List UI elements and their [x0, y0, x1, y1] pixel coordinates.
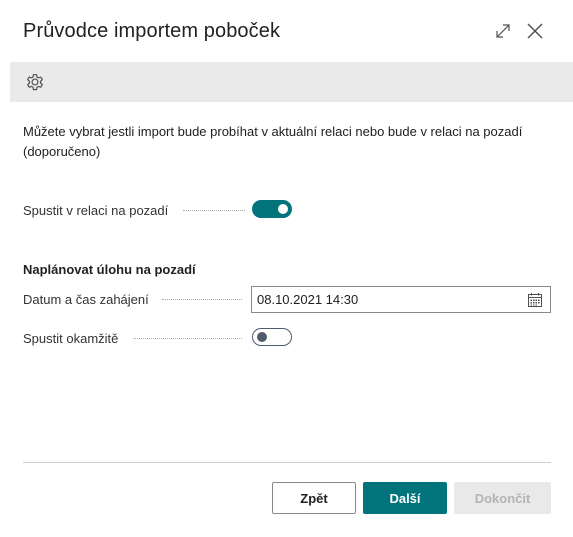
leader-dots: [183, 210, 245, 211]
schedule-section-title: Naplánovat úlohu na pozadí: [23, 262, 196, 277]
next-button[interactable]: Další: [363, 482, 447, 514]
dialog-title: Průvodce importem poboček: [23, 20, 281, 42]
gear-icon[interactable]: [24, 71, 46, 93]
leader-dots: [162, 299, 242, 300]
close-icon[interactable]: [524, 20, 546, 42]
back-button[interactable]: Zpět: [272, 482, 356, 514]
toolbar: [10, 62, 573, 102]
background-run-label: Spustit v relaci na pozadí: [23, 203, 169, 218]
leader-dots: [133, 338, 242, 339]
run-now-toggle[interactable]: [252, 328, 292, 346]
start-datetime-value: 08.10.2021 14:30: [257, 292, 359, 307]
calendar-icon[interactable]: [527, 292, 543, 308]
finish-button[interactable]: Dokončit: [454, 482, 551, 514]
start-datetime-field[interactable]: 08.10.2021 14:30: [251, 286, 551, 313]
wizard-description: Můžete vybrat jestli import bude probíha…: [23, 124, 523, 159]
expand-icon[interactable]: [492, 20, 514, 42]
footer-divider: [23, 462, 551, 463]
toggle-knob: [257, 332, 267, 342]
toggle-knob: [278, 204, 288, 214]
run-now-label: Spustit okamžitě: [23, 331, 119, 346]
background-run-toggle[interactable]: [252, 200, 292, 218]
start-datetime-label: Datum a čas zahájení: [23, 292, 149, 307]
